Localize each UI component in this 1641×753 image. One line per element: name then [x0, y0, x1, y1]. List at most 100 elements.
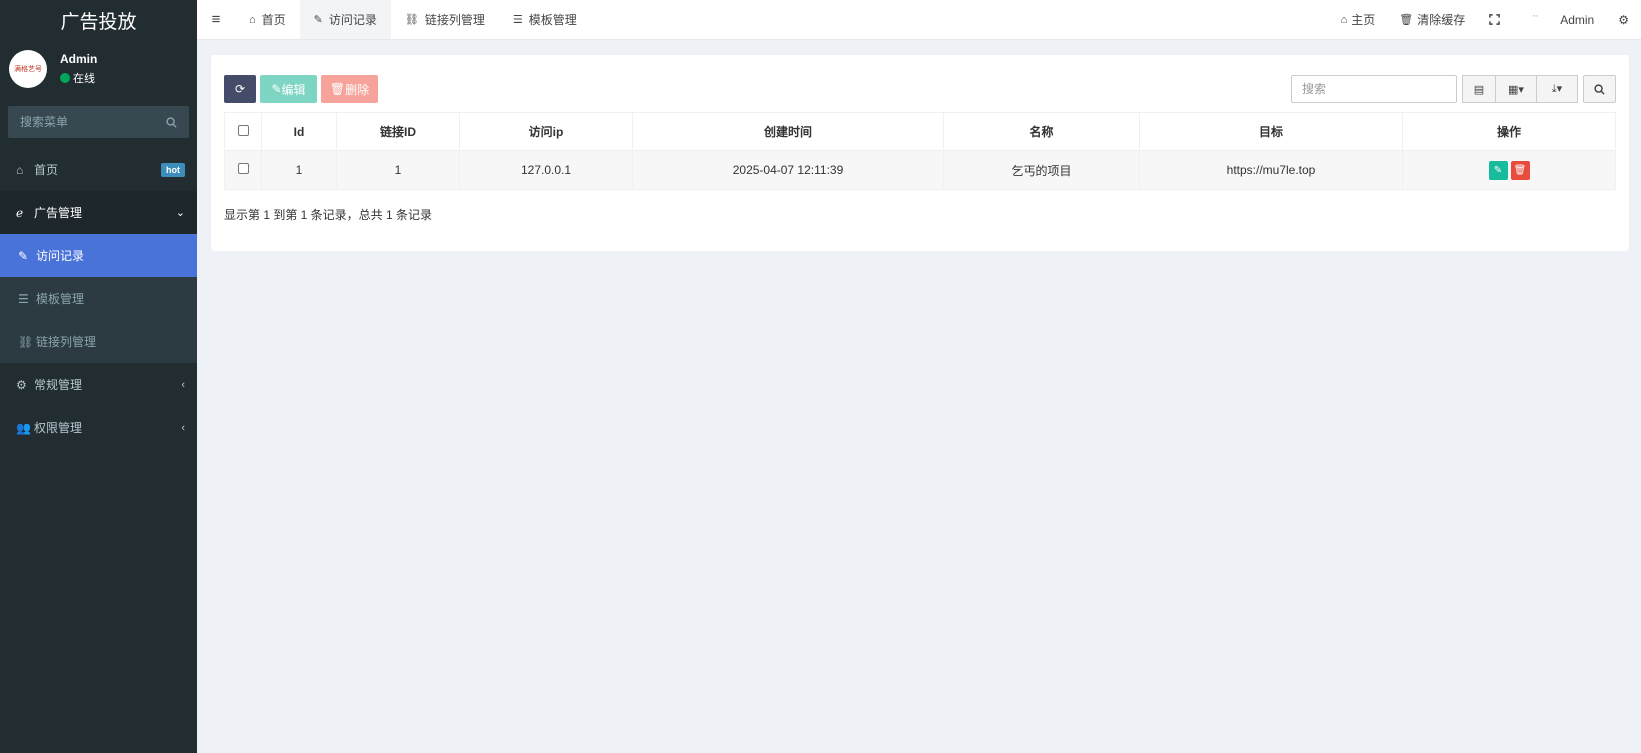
sidebar-search-input[interactable]	[20, 115, 140, 129]
home-icon: ⌂	[249, 13, 256, 26]
table-header-row: Id 链接ID 访问ip 创建时间 名称 目标 操作	[224, 112, 1616, 151]
column-header[interactable]: 目标	[1139, 112, 1403, 151]
select-all-checkbox[interactable]	[237, 124, 249, 136]
delete-button[interactable]: 🗑 删除	[321, 75, 378, 103]
row-delete-button[interactable]: 🗑	[1510, 160, 1530, 180]
tab-home[interactable]: ⌂ 首页	[235, 0, 300, 39]
chevron-down-icon: ⌄	[175, 207, 185, 219]
brand-logo[interactable]: 广告投放	[0, 0, 197, 40]
select-all-cell	[224, 112, 262, 151]
tab-label: 首页	[261, 13, 286, 27]
edit-label: 编辑	[281, 82, 306, 97]
columns-icon: ▦▾	[1508, 83, 1524, 96]
advanced-search-button[interactable]	[1583, 75, 1616, 103]
home-icon: ⌂	[16, 162, 24, 177]
fullscreen-icon	[1489, 14, 1501, 25]
sidebar-item-templates[interactable]: ☰ 模板管理	[0, 277, 197, 320]
columns-dropdown-button[interactable]: ▦▾	[1496, 75, 1537, 103]
column-header[interactable]: 访问ip	[459, 112, 633, 151]
edit-button[interactable]: ✎ 编辑	[260, 75, 317, 103]
user-status: 在线	[60, 70, 97, 86]
column-header[interactable]: Id	[261, 112, 337, 151]
sidebar-item-ad-management[interactable]: ℯ 广告管理 ⌄	[0, 191, 197, 234]
pagination-info: 显示第 1 到第 1 条记录，总共 1 条记录	[224, 208, 433, 222]
card-view-icon: ▤	[1473, 83, 1485, 96]
cell-id: 1	[261, 150, 337, 190]
tab-visit-records[interactable]: ✎ 访问记录	[299, 0, 391, 39]
hot-badge: hot	[161, 162, 185, 177]
sidebar-search	[8, 106, 189, 138]
chain-icon: ⛓	[18, 334, 34, 349]
home-icon: ⌂	[1340, 13, 1348, 26]
table-toolbar: ⟳ ✎ 编辑 🗑 删除	[224, 75, 382, 103]
column-header: 操作	[1402, 112, 1616, 151]
column-header[interactable]: 创建时间	[632, 112, 944, 151]
sidebar-item-link-list[interactable]: ⛓ 链接列管理	[0, 320, 197, 363]
ie-icon: ℯ	[16, 205, 24, 220]
menu-toggle-icon[interactable]: ≡	[197, 11, 235, 28]
cell-link-id: 1	[336, 150, 460, 190]
sidebar-item-label: 首页	[34, 163, 59, 177]
row-edit-button[interactable]: ✎	[1488, 160, 1508, 180]
settings-button[interactable]: ⚙	[1606, 13, 1641, 27]
topbar: ≡ ⌂ 首页 ✎ 访问记录 ⛓ 链接列管理 ☰ 模板管理 ⌂ 主页 🗑 清除缓存	[197, 0, 1641, 40]
sidebar-item-visit-records[interactable]: ✎ 访问记录	[0, 234, 197, 277]
table-search-input[interactable]	[1291, 75, 1457, 103]
search-icon[interactable]	[166, 116, 177, 128]
cell-created: 2025-04-07 12:11:39	[632, 150, 944, 190]
pencil-icon: ✎	[18, 248, 29, 263]
cogs-icon: ⚙	[16, 377, 27, 392]
cogs-icon: ⚙	[1618, 12, 1629, 27]
trash-icon: 🗑	[1513, 164, 1527, 176]
sidebar-item-home[interactable]: ⌂ 首页 hot	[0, 148, 197, 191]
row-checkbox[interactable]	[237, 163, 249, 174]
row-select-cell	[224, 150, 262, 190]
user-menu-label: Admin	[1560, 12, 1595, 27]
pencil-icon: ✎	[271, 82, 282, 96]
home-link-label: 主页	[1351, 13, 1376, 27]
table-row[interactable]: 1 1 127.0.0.1 2025-04-07 12:11:39 乞丐的项目 …	[224, 150, 1616, 190]
cell-name: 乞丐的项目	[943, 150, 1140, 190]
user-name: Admin	[60, 52, 98, 66]
export-dropdown-button[interactable]: ⤓▾	[1537, 75, 1578, 103]
chain-icon: ⛓	[404, 14, 419, 26]
tab-templates[interactable]: ☰ 模板管理	[499, 0, 591, 39]
list-icon: ☰	[18, 291, 29, 306]
tab-label: 模板管理	[528, 13, 577, 27]
user-menu[interactable]: ◦◦ Admin	[1512, 13, 1606, 27]
sidebar: 广告投放 满格艺号 Admin 在线 ⌂ 首页 hot ℯ 广告管理 ⌄ ✎ 访	[0, 0, 197, 753]
tab-label: 访问记录	[328, 13, 377, 27]
refresh-button[interactable]: ⟳	[224, 75, 256, 103]
content-panel: ⟳ ✎ 编辑 🗑 删除 ▤ ▦▾ ⤓▾	[211, 55, 1629, 251]
sidebar-item-label: 广告管理	[34, 206, 83, 220]
avatar: 满格艺号	[9, 50, 47, 88]
records-table: Id 链接ID 访问ip 创建时间 名称 目标 操作 1 1 127.0.0.1…	[224, 112, 1616, 190]
sidebar-item-label: 模板管理	[36, 292, 85, 306]
user-status-label: 在线	[73, 73, 95, 85]
toggle-card-view-button[interactable]: ▤	[1462, 75, 1496, 103]
sidebar-item-label: 链接列管理	[36, 335, 97, 349]
clear-cache-label: 清除缓存	[1417, 13, 1466, 27]
delete-label: 删除	[345, 82, 370, 97]
table-right-tools: ▤ ▦▾ ⤓▾	[1291, 75, 1616, 103]
list-icon: ☰	[512, 14, 523, 26]
fullscreen-button[interactable]	[1477, 14, 1512, 25]
export-icon: ⤓▾	[1551, 83, 1563, 95]
sidebar-item-general[interactable]: ⚙ 常规管理 ‹	[0, 363, 197, 406]
chevron-left-icon: ‹	[181, 378, 185, 391]
column-header[interactable]: 名称	[943, 112, 1140, 151]
pencil-icon: ✎	[313, 14, 323, 26]
sidebar-item-label: 常规管理	[34, 378, 83, 392]
tab-link-list[interactable]: ⛓ 链接列管理	[391, 0, 499, 39]
home-link[interactable]: ⌂ 主页	[1329, 11, 1388, 28]
pencil-icon: ✎	[1493, 164, 1503, 176]
trash-icon: 🗑	[1399, 14, 1414, 26]
sidebar-item-permissions[interactable]: 👥 权限管理 ‹	[0, 406, 197, 449]
online-dot-icon	[60, 73, 70, 83]
column-header[interactable]: 链接ID	[336, 112, 460, 151]
search-icon	[1594, 83, 1605, 95]
refresh-icon: ⟳	[234, 82, 246, 96]
cell-target: https://mu7le.top	[1139, 150, 1403, 190]
view-tools: ▤ ▦▾ ⤓▾	[1462, 75, 1578, 103]
clear-cache-button[interactable]: 🗑 清除缓存	[1387, 11, 1477, 28]
